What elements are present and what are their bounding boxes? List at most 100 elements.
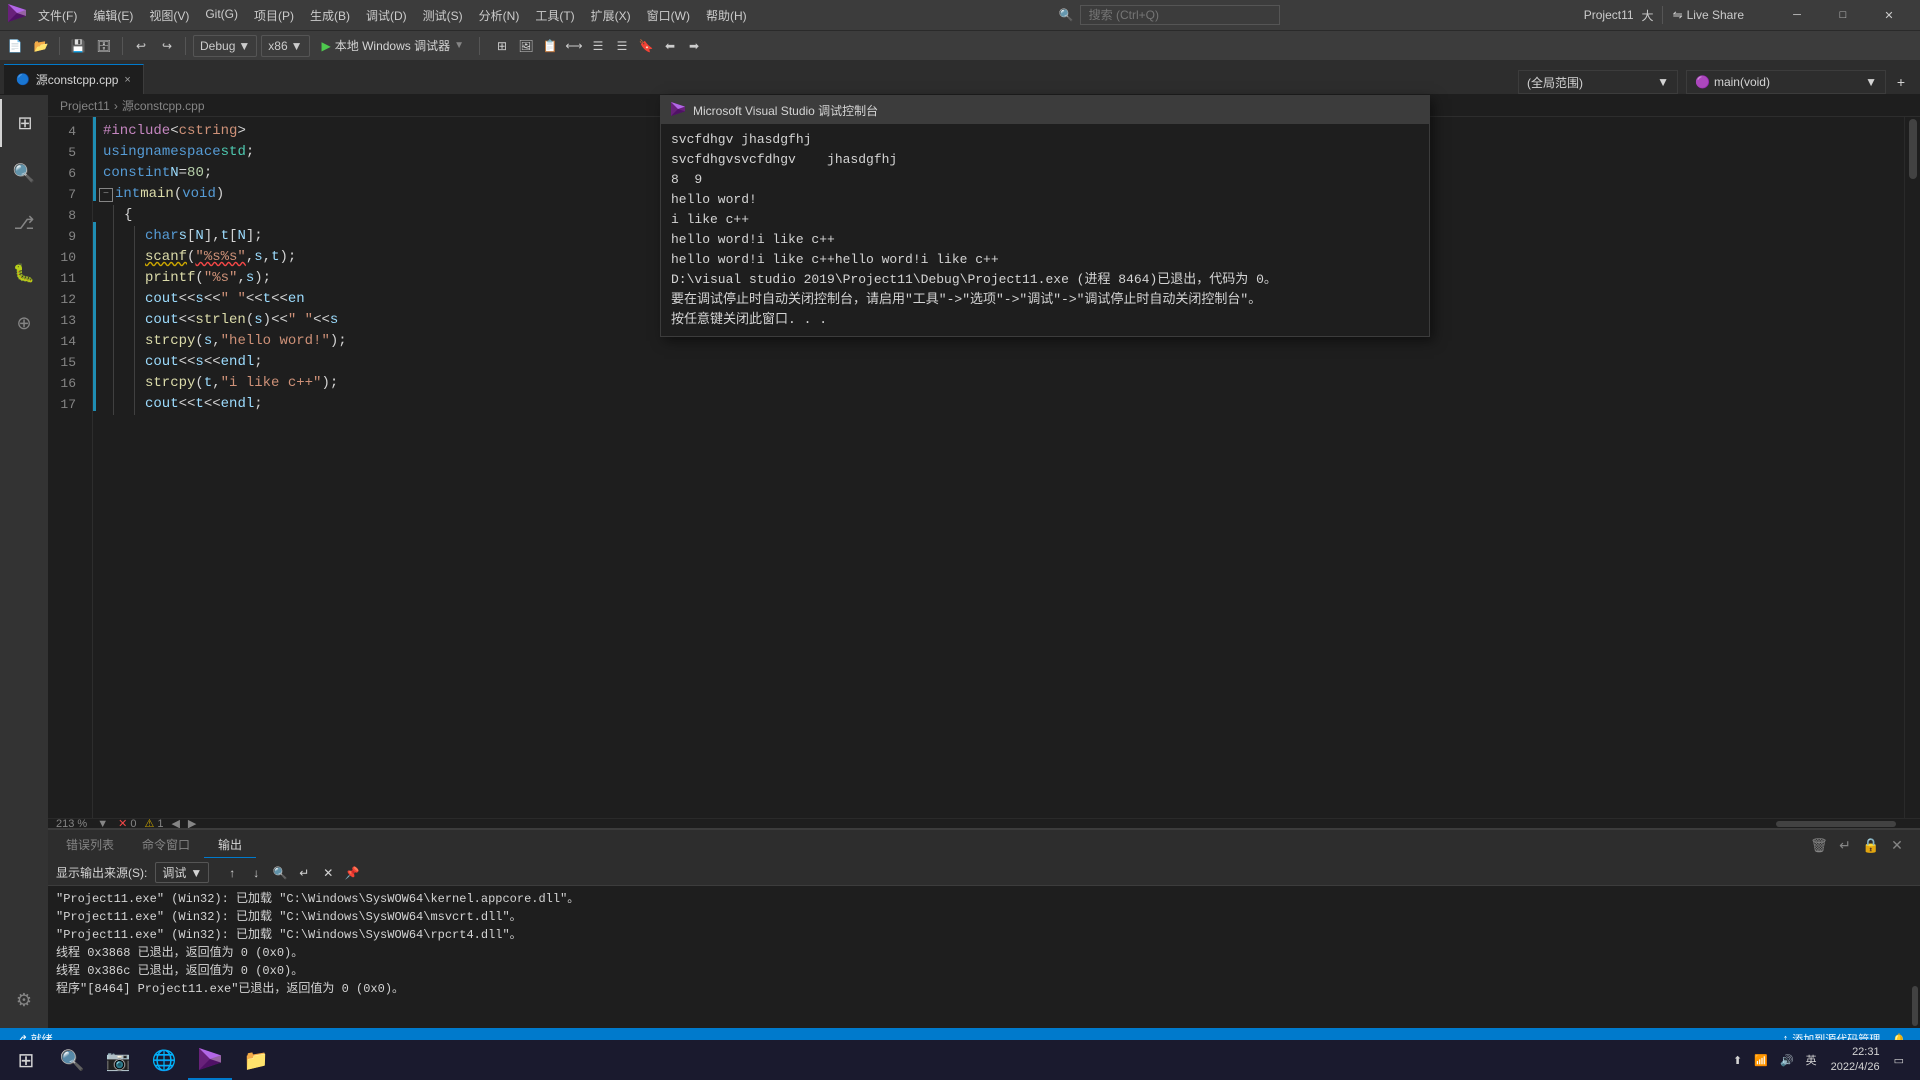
redo-btn[interactable]: ↪ (156, 35, 178, 57)
new-file-btn[interactable]: 📄 (4, 35, 26, 57)
panel-lock-btn[interactable]: 🔒 (1860, 834, 1882, 856)
bottom-tab-command[interactable]: 命令窗口 (128, 832, 204, 858)
toolbar-btn-11[interactable]: 🔖 (635, 35, 657, 57)
menu-help[interactable]: 帮助(H) (698, 3, 755, 28)
output-source-dropdown[interactable]: 调试 ▼ (155, 862, 209, 883)
start-button[interactable]: ⊞ (4, 1040, 48, 1080)
output-scrollbar-thumb[interactable] (1912, 986, 1918, 1026)
tray-wifi[interactable]: 📶 (1750, 1052, 1772, 1069)
debug-console-content: svcfdhgv jhasdgfhj svcfdhgvsvcfdhgv jhas… (661, 124, 1429, 336)
toolbar-btn-5[interactable]: ⊞ (491, 35, 513, 57)
tray-network-up[interactable]: ⬆ (1729, 1052, 1746, 1069)
menu-project[interactable]: 项目(P) (246, 3, 302, 28)
zoom-controls[interactable]: ▼ (95, 818, 110, 829)
menu-analyze[interactable]: 分析(N) (471, 3, 528, 28)
close-button[interactable]: ✕ (1866, 0, 1912, 30)
output-scroll-up[interactable]: ↑ (221, 863, 243, 883)
menu-extensions[interactable]: 扩展(X) (583, 3, 639, 28)
function-selector[interactable]: 🟣 main(void) ▼ (1686, 70, 1886, 94)
panel-close-btn[interactable]: ✕ (1886, 834, 1908, 856)
line-num-7: 7 (48, 184, 84, 205)
debug-console-title: Microsoft Visual Studio 调试控制台 (661, 96, 1429, 124)
activity-settings[interactable]: ⚙ (0, 976, 48, 1024)
indent-guide-13b (134, 310, 135, 331)
scope-selector[interactable]: (全局范围) ▼ (1518, 70, 1678, 94)
taskbar-file-explorer[interactable]: 📁 (234, 1040, 278, 1080)
toolbar-btn-8[interactable]: ⟷ (563, 35, 585, 57)
code-line-16: strcpy(t, "i like c++"); (93, 373, 1904, 394)
editor-scrollbar-thumb[interactable] (1909, 119, 1917, 179)
menu-file[interactable]: 文件(F) (30, 3, 85, 28)
panel-wrap-btn[interactable]: ↵ (1834, 834, 1856, 856)
menu-git[interactable]: Git(G) (197, 3, 246, 28)
toolbar-btn-12[interactable]: ⬅ (659, 35, 681, 57)
taskbar-clock[interactable]: 22:31 2022/4/26 (1825, 1043, 1886, 1078)
panel-clear-btn[interactable]: 🗑 (1808, 834, 1830, 856)
output-search-btn[interactable]: 🔍 (269, 863, 291, 883)
indent-guide-12b (134, 289, 135, 310)
output-content[interactable]: "Project11.exe" (Win32): 已加载 "C:\Windows… (48, 886, 1910, 1028)
h-scrollbar-thumb[interactable] (1776, 821, 1896, 827)
output-clear-btn[interactable]: ✕ (317, 863, 339, 883)
error-indicator[interactable]: ✕ 0 (118, 817, 136, 828)
console-line-7: hello word!i like c++hello word!i like c… (671, 250, 1419, 270)
output-scrollbar[interactable] (1910, 886, 1920, 1028)
debug-mode-dropdown[interactable]: Debug ▼ (193, 35, 257, 57)
output-pin-btn[interactable]: 📌 (341, 863, 363, 883)
nav-forward[interactable]: ▶ (188, 817, 196, 828)
warning-indicator[interactable]: ⚠ 1 (144, 817, 163, 828)
tray-volume[interactable]: 🔊 (1776, 1052, 1798, 1069)
undo-btn[interactable]: ↩ (130, 35, 152, 57)
live-share-button[interactable]: ⇋ Live Share (1662, 6, 1754, 24)
editor-scrollbar[interactable] (1904, 117, 1920, 818)
add-tab-btn[interactable]: + (1890, 71, 1912, 93)
toolbar-btn-13[interactable]: ➡ (683, 35, 705, 57)
taskbar-search[interactable]: 🔍 (50, 1040, 94, 1080)
bottom-panel-actions: 🗑 ↵ 🔒 ✕ (1808, 834, 1916, 856)
bottom-tab-errors[interactable]: 错误列表 (52, 832, 128, 858)
activity-search[interactable]: 🔍 (0, 149, 48, 197)
menu-build[interactable]: 生成(B) (302, 3, 358, 28)
toolbar-btn-9[interactable]: ☰ (587, 35, 609, 57)
taskbar: ⊞ 🔍 📷 🌐 📁 ⬆ 📶 🔊 英 22:31 2022/4/26 ▭ (0, 1040, 1920, 1080)
toolbar-btn-7[interactable]: 📋 (539, 35, 561, 57)
menu-view[interactable]: 视图(V) (141, 3, 197, 28)
taskbar-vs[interactable] (188, 1040, 232, 1080)
activity-explorer[interactable]: ⊞ (0, 99, 48, 147)
platform-dropdown[interactable]: x86 ▼ (261, 35, 309, 57)
activity-extensions[interactable]: ⊕ (0, 299, 48, 347)
tray-show-desktop[interactable]: ▭ (1890, 1052, 1908, 1069)
open-file-btn[interactable]: 📂 (30, 35, 52, 57)
live-share-icon: ⇋ (1673, 8, 1683, 22)
minimize-button[interactable]: ─ (1774, 0, 1820, 30)
menu-edit[interactable]: 编辑(E) (85, 3, 141, 28)
editor-h-scrollbar[interactable]: 213 % ▼ ✕ 0 ⚠ 1 ◀ (48, 818, 1920, 828)
toolbar-btn-6[interactable]: 🖼 (515, 35, 537, 57)
title-search-input[interactable] (1080, 5, 1280, 25)
tab-close-btn[interactable]: × (124, 74, 130, 86)
output-scroll-down[interactable]: ↓ (245, 863, 267, 883)
bottom-tab-output[interactable]: 输出 (204, 832, 256, 858)
menu-tools[interactable]: 工具(T) (527, 3, 582, 28)
tray-ime[interactable]: 英 (1802, 1050, 1821, 1070)
toolbar-btn-10[interactable]: ☰ (611, 35, 633, 57)
taskbar-camera[interactable]: 📷 (96, 1040, 140, 1080)
function-icon: 🟣 (1695, 75, 1710, 89)
maximize-button[interactable]: □ (1820, 0, 1866, 30)
run-button[interactable]: ▶ 本地 Windows 调试器 ▼ (314, 35, 473, 56)
save-all-btn[interactable]: 🗄 (93, 35, 115, 57)
activity-debug[interactable]: 🐛 (0, 249, 48, 297)
output-wrap-btn[interactable]: ↵ (293, 863, 315, 883)
taskbar-edge[interactable]: 🌐 (142, 1040, 186, 1080)
fold-icon-7[interactable]: − (99, 188, 113, 202)
save-btn[interactable]: 💾 (67, 35, 89, 57)
menu-debug[interactable]: 调试(D) (358, 3, 415, 28)
nav-back[interactable]: ◀ (171, 817, 179, 828)
active-tab[interactable]: 🔵 源constcpp.cpp × (4, 64, 144, 94)
menu-window[interactable]: 窗口(W) (639, 3, 698, 28)
console-line-10: 按任意键关闭此窗口. . . (671, 310, 1419, 330)
zoom-down-btn[interactable]: ▼ (95, 818, 110, 829)
menu-test[interactable]: 测试(S) (415, 3, 471, 28)
output-source-label: 显示输出来源(S): (56, 864, 147, 881)
activity-git[interactable]: ⎇ (0, 199, 48, 247)
